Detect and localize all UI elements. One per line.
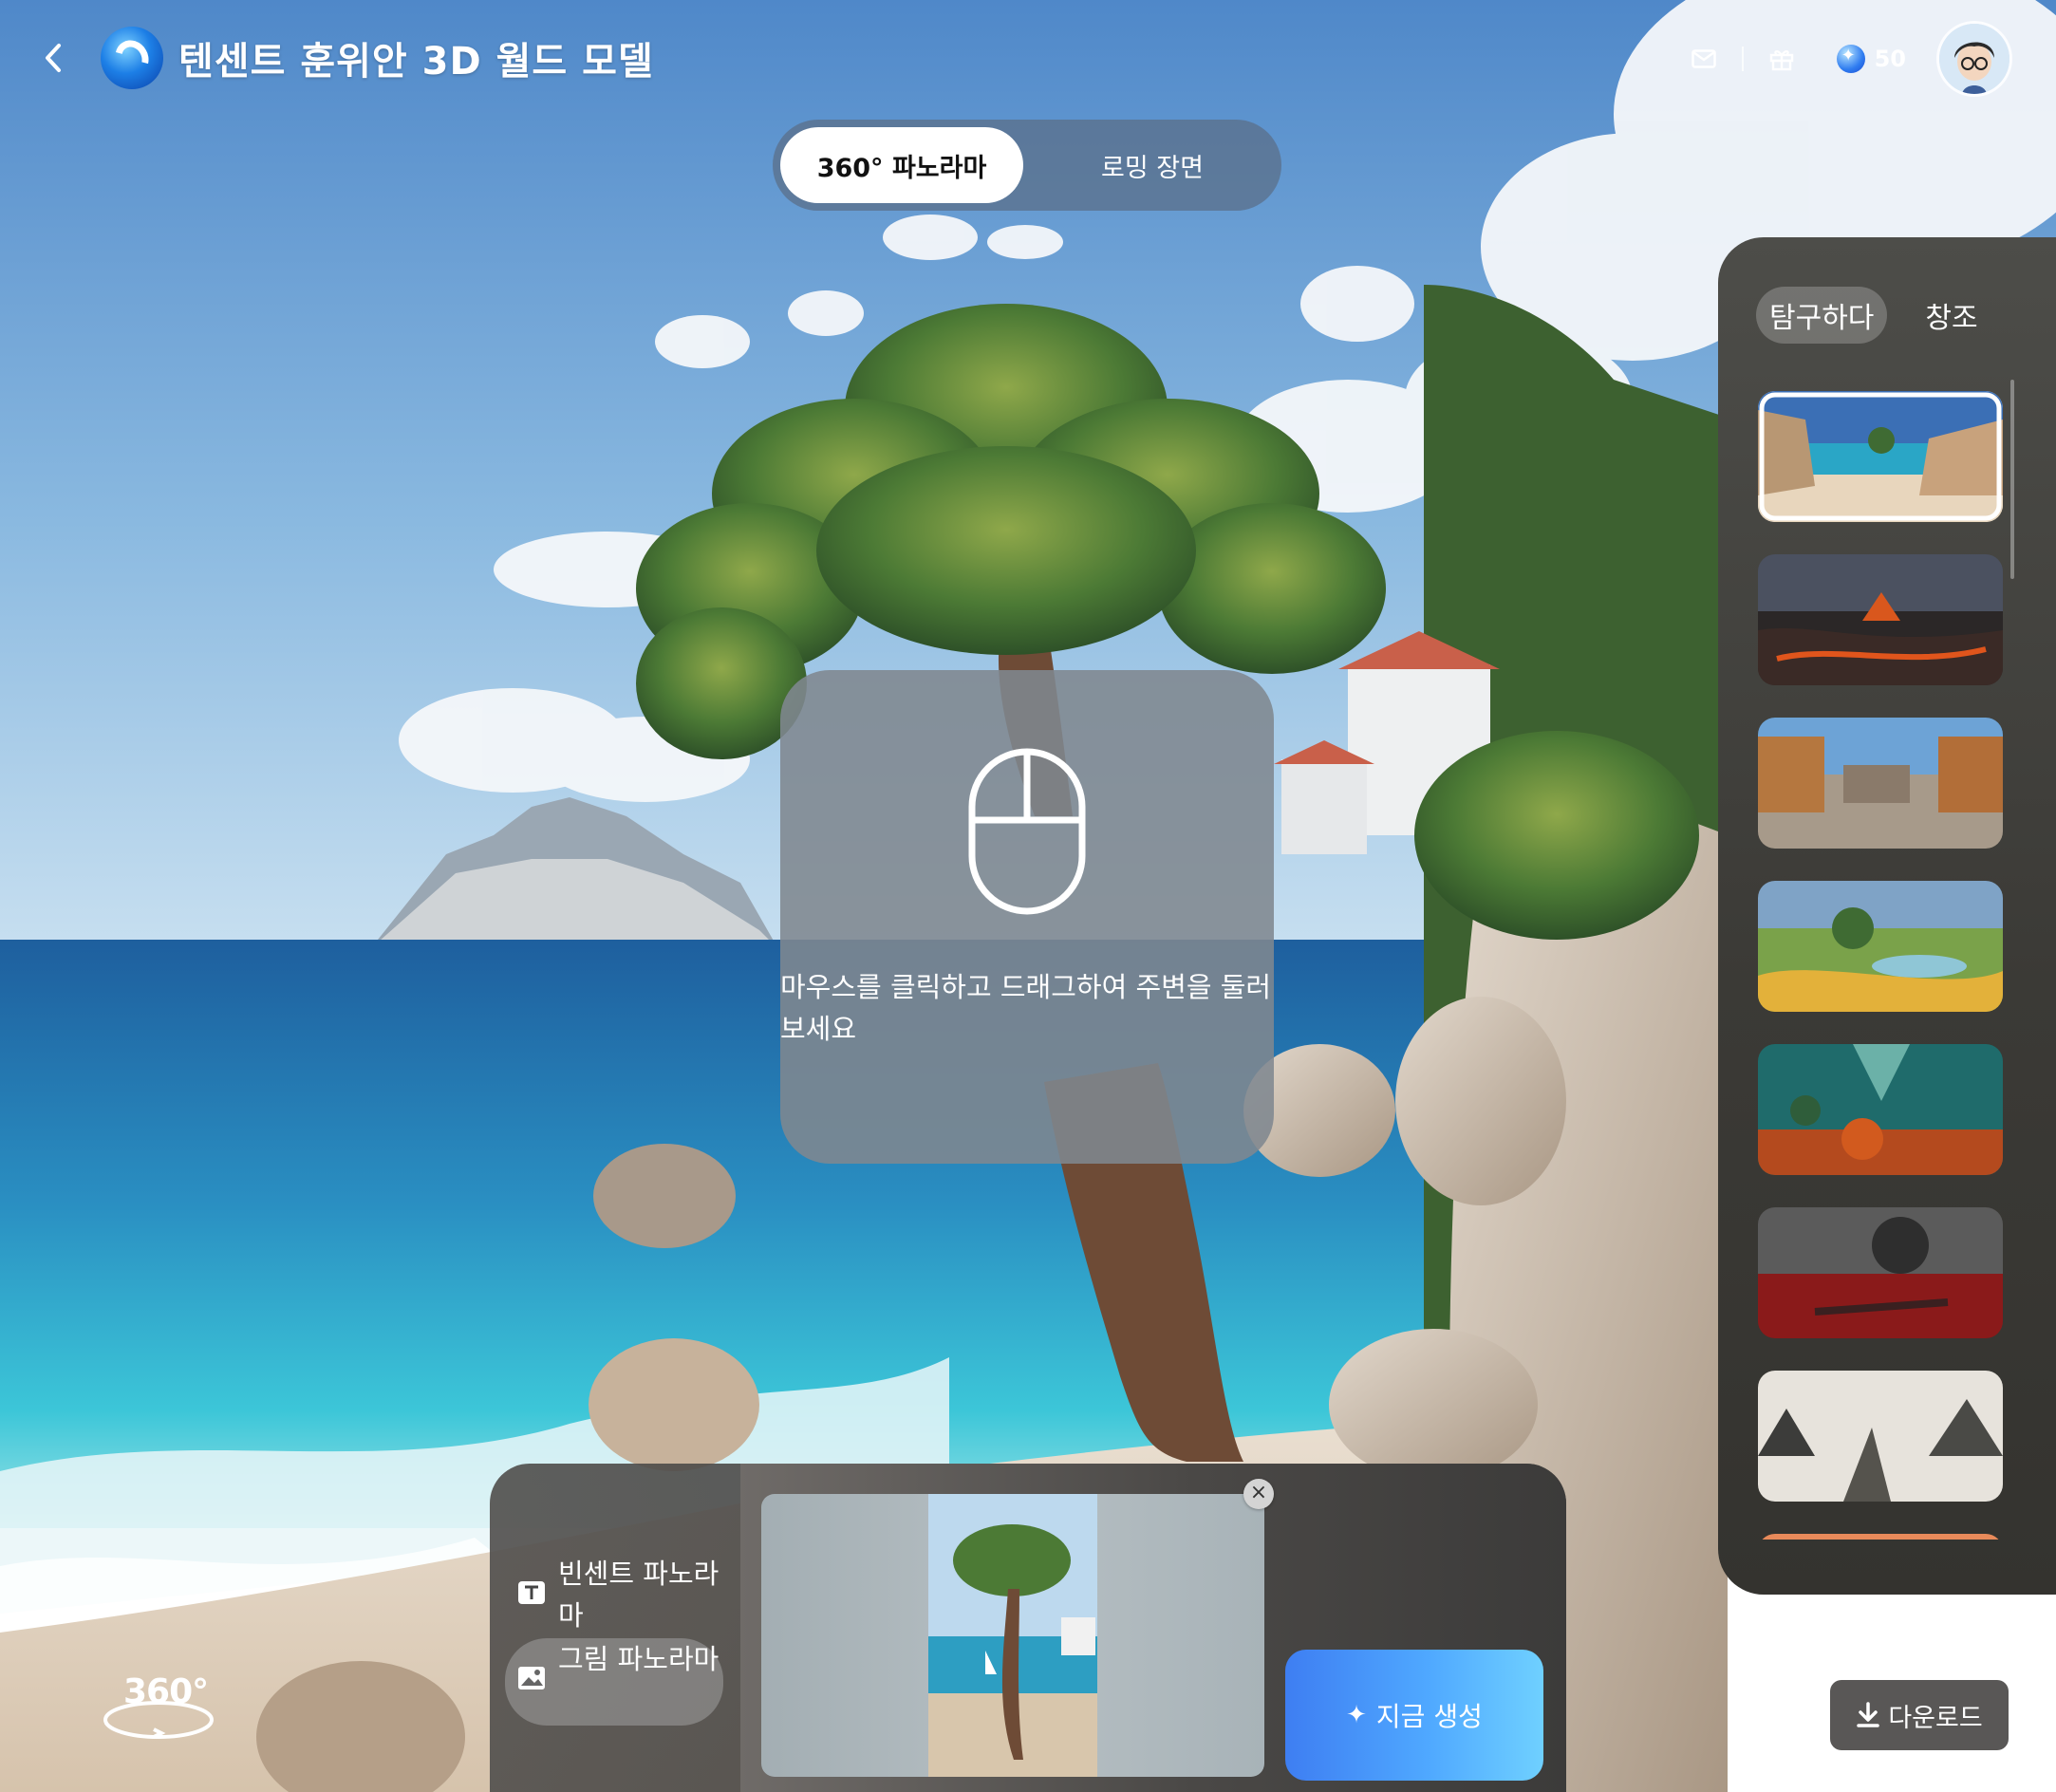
credit-count: 50 [1874,46,1906,72]
gallery-thumbnail[interactable] [1758,391,2003,522]
gallery-thumbnail[interactable] [1758,1371,2003,1502]
tab-360-panorama[interactable]: 360° 파노라마 [780,127,1023,203]
thumbnail-underwater-image [1758,1044,2003,1175]
back-button[interactable] [34,36,72,80]
uploaded-image-preview [928,1494,1097,1777]
input-mode-list: 빈센트 파노라마 그림 파노라마 [490,1464,740,1792]
app-logo [101,27,163,89]
close-icon: × [1249,1481,1268,1504]
text-icon [518,1581,545,1604]
view-360-badge: 360° [99,1667,218,1746]
avatar-icon [1939,24,2009,94]
drag-hint-overlay: 마우스를 클릭하고 드래그하여 주변을 둘러보세요 [780,670,1274,1164]
header-actions: 50 [1683,21,2012,97]
app-title: 텐센트 훈위안 3D 월드 모델 [178,40,654,84]
gallery-tabs: 탐구하다 창조 [1756,287,1991,344]
gift-button[interactable] [1761,38,1803,80]
mode-text-label: 빈센트 파노라마 [558,1558,720,1632]
thumbnail-beach-image [1758,391,2003,522]
image-drop-zone[interactable] [761,1494,1264,1777]
view-360-label: 360° [123,1672,209,1711]
mode-image-panorama[interactable]: 그림 파노라마 [505,1638,723,1726]
mail-button[interactable] [1683,38,1725,80]
user-avatar[interactable] [1936,21,2012,97]
gallery-thumbnail[interactable] [1758,1044,2003,1175]
thumbnail-ruins-image [1758,1207,2003,1338]
generate-label: 지금 생성 [1375,1701,1483,1732]
mouse-icon [968,748,1086,915]
gallery-scrollbar[interactable] [2010,380,2014,579]
gallery-thumbnail[interactable] [1758,554,2003,685]
tab-explore[interactable]: 탐구하다 [1756,287,1888,344]
credits-display[interactable]: 50 [1836,45,1906,73]
image-icon [518,1667,545,1689]
upload-area: × ✦ 지금 생성 [740,1464,1566,1792]
credit-gem-icon [1836,45,1865,73]
generation-input-bar: 빈센트 파노라마 그림 파노라마 × ✦ 지금 생성 [490,1464,1566,1792]
download-button[interactable]: 다운로드 [1830,1680,2009,1750]
tab-roaming-scene[interactable]: 로밍 장면 [1031,127,1274,203]
thumbnail-volcano-image [1758,554,2003,685]
mode-image-label: 그림 파노라마 [558,1643,720,1675]
thumbnail-sunset-image [1758,1534,2003,1540]
download-icon [1857,1702,1880,1727]
view-mode-toggle: 360° 파노라마 로밍 장면 [773,120,1281,211]
thumbnail-village-image [1758,718,2003,849]
tab-create[interactable]: 창조 [1912,287,1991,344]
gift-icon [1769,50,1793,71]
chevron-left-icon [46,44,61,72]
gallery-thumbnail[interactable] [1758,881,2003,1012]
gallery-thumbnail[interactable] [1758,1534,2003,1540]
thumbnail-meadow-image [1758,881,2003,1012]
gallery-thumbnail[interactable] [1758,1207,2003,1338]
header-divider [1741,47,1744,71]
gallery-thumbnail[interactable] [1758,718,2003,849]
top-bar: 텐센트 훈위안 3D 월드 모델 50 [0,0,2056,118]
download-label: 다운로드 [1888,1703,1983,1733]
mode-text-panorama[interactable]: 빈센트 파노라마 [505,1553,723,1640]
remove-image-button[interactable]: × [1243,1479,1274,1509]
gallery-thumbnails [1758,391,2003,1540]
scene-gallery-panel: 탐구하다 창조 [1718,237,2056,1595]
sparkle-icon: ✦ [1346,1701,1367,1729]
thumbnail-ink-mountains-image [1758,1371,2003,1502]
drag-hint-text: 마우스를 클릭하고 드래그하여 주변을 둘러보세요 [780,971,1272,1045]
generate-now-button[interactable]: ✦ 지금 생성 [1285,1650,1543,1781]
mail-icon [1691,49,1716,68]
